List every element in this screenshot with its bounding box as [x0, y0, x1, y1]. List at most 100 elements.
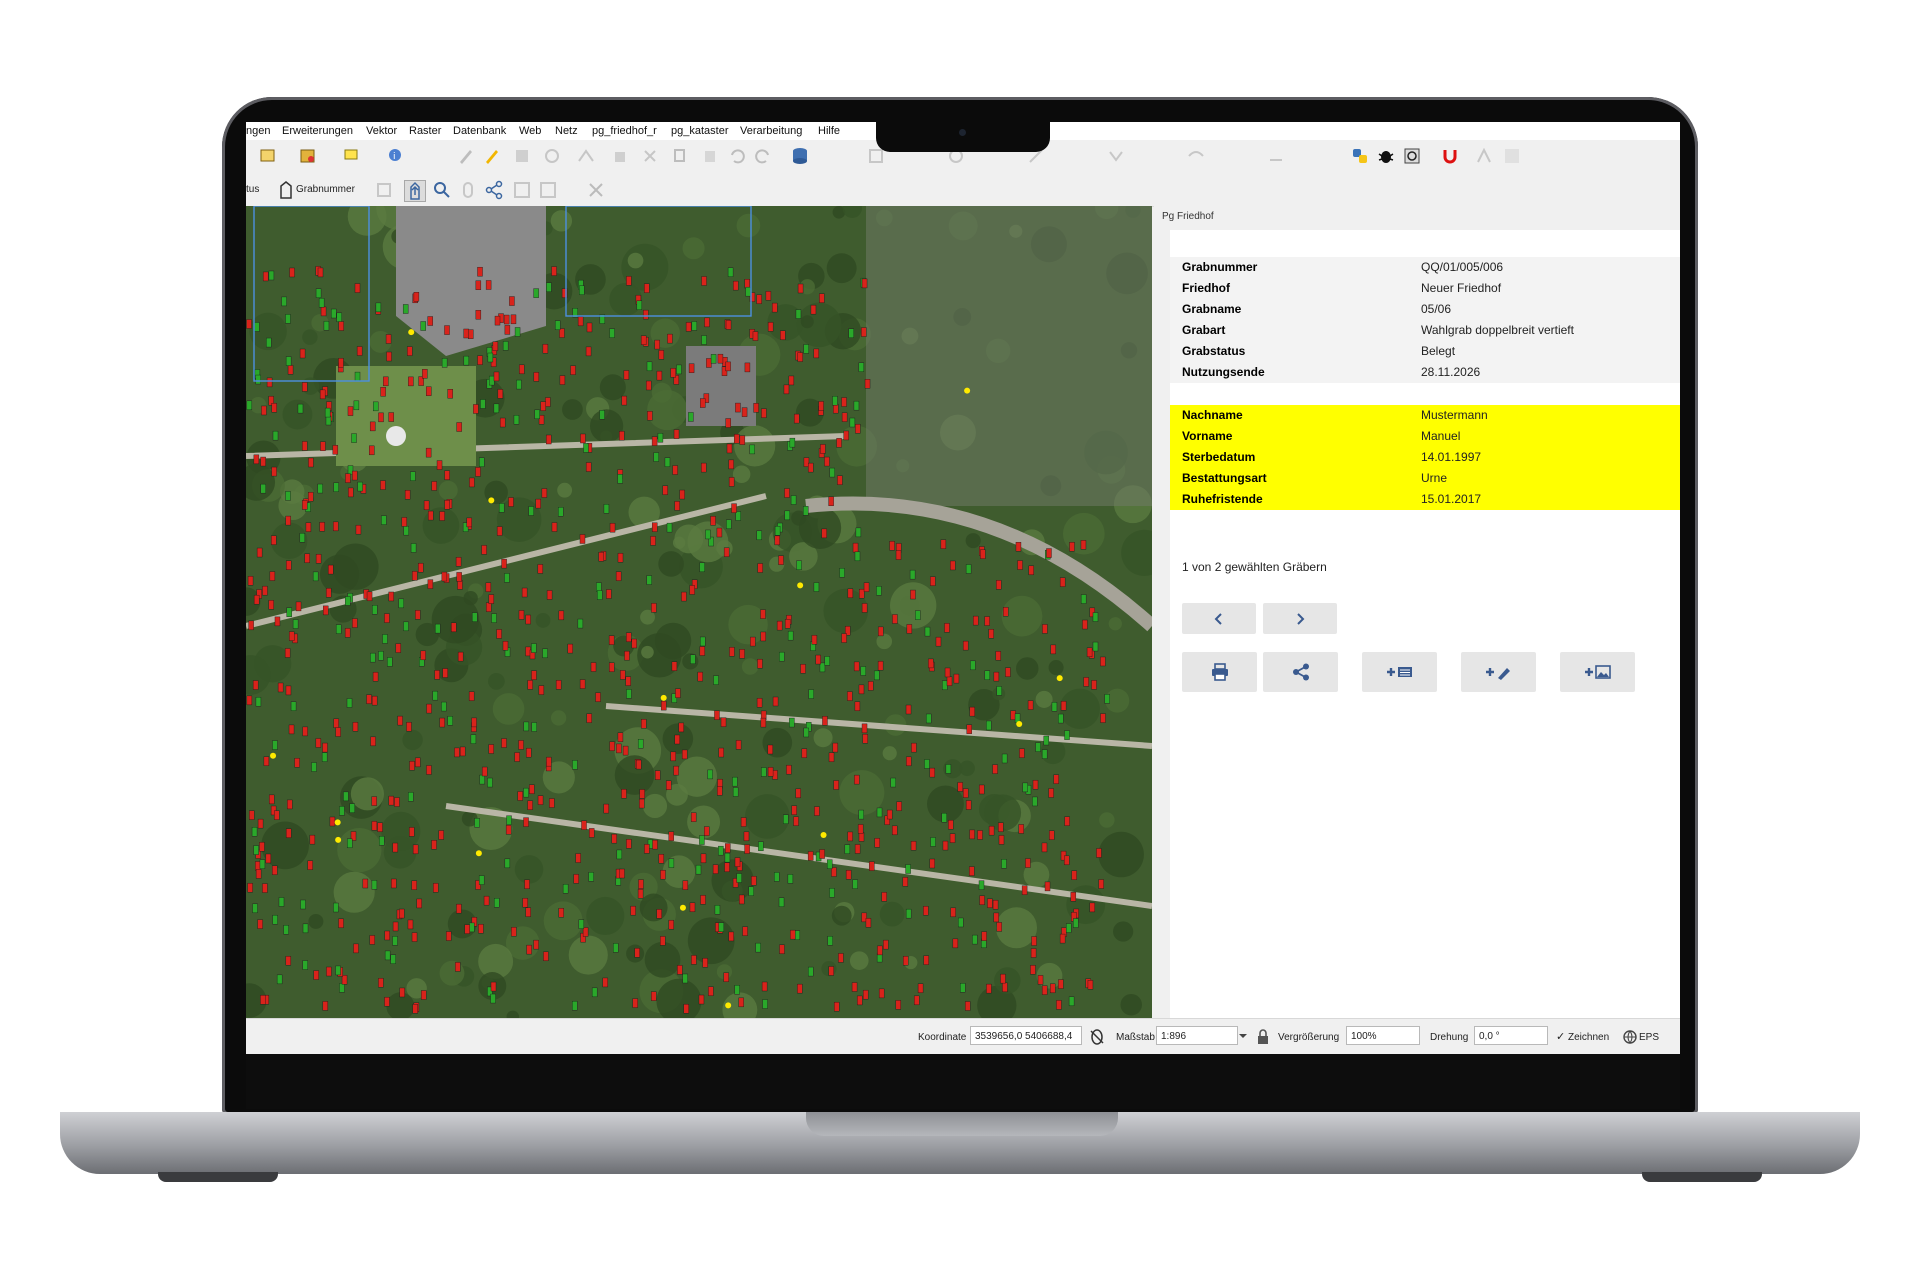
chevron-down-icon[interactable]	[1238, 1031, 1248, 1041]
snap-icon[interactable]	[1474, 146, 1494, 166]
tree-canopy	[550, 210, 573, 232]
share-button[interactable]	[1263, 652, 1338, 692]
grave-number-icon[interactable]	[276, 180, 296, 200]
vertex-icon[interactable]	[576, 146, 596, 166]
status-label[interactable]: tus	[246, 184, 259, 195]
save-edits-icon[interactable]	[512, 146, 532, 166]
grave-plot	[469, 477, 475, 488]
tree-canopy	[402, 729, 423, 751]
magnet-icon[interactable]	[1440, 146, 1460, 166]
grave-plot	[558, 507, 564, 517]
grave-plot	[408, 792, 414, 802]
delete-icon[interactable]	[610, 146, 630, 166]
grave-plot	[285, 828, 292, 838]
paste-icon[interactable]	[700, 146, 720, 166]
menu-item-hilfe[interactable]: Hilfe	[818, 125, 840, 137]
bug-icon[interactable]	[1376, 146, 1396, 166]
grave-plot	[464, 924, 470, 934]
grave-plot	[877, 945, 883, 956]
cut-icon[interactable]	[640, 146, 660, 166]
grave-plot	[487, 352, 494, 363]
render-checkbox[interactable]: ✓	[1556, 1030, 1565, 1043]
grave-plot	[783, 814, 789, 824]
digitize-icon[interactable]	[542, 146, 562, 166]
share-icon[interactable]	[484, 180, 504, 200]
menu-item-plugins-partial[interactable]: ngen	[246, 125, 270, 137]
undo-icon[interactable]	[726, 146, 746, 166]
add-image-icon	[1584, 665, 1611, 679]
next-grave-button[interactable]	[1263, 603, 1337, 634]
grave-plot	[315, 738, 322, 748]
menu-item-web[interactable]: Web	[519, 125, 541, 137]
search-window-icon[interactable]	[1402, 146, 1422, 166]
menu-item-erweiterungen[interactable]: Erweiterungen	[282, 125, 353, 137]
grave-plot	[966, 724, 972, 734]
map-canvas[interactable]	[246, 206, 1152, 1018]
grave-plot	[332, 445, 339, 455]
database-icon[interactable]	[790, 146, 810, 166]
menu-item-pg-kataster[interactable]: pg_kataster	[671, 125, 728, 137]
new-layer-icon[interactable]	[258, 146, 278, 166]
merge-icon[interactable]	[1106, 146, 1126, 166]
previous-grave-button[interactable]	[1182, 603, 1256, 634]
menu-item-verarbeitung[interactable]: Verarbeitung	[740, 125, 802, 137]
grave-plot	[353, 943, 359, 954]
add-image-button[interactable]	[1560, 652, 1635, 692]
lock-icon[interactable]	[1256, 1028, 1270, 1046]
scale-field[interactable]: 1:896	[1156, 1026, 1238, 1045]
menu-item-vektor[interactable]: Vektor	[366, 125, 397, 137]
globe-icon[interactable]	[1622, 1029, 1638, 1045]
menu-item-raster[interactable]: Raster	[409, 125, 441, 137]
edit-pencil-icon[interactable]	[482, 146, 502, 166]
grave-plot	[682, 880, 689, 890]
rotation-field[interactable]: 0,0 °	[1474, 1026, 1548, 1045]
tree-canopy	[568, 935, 608, 975]
aerial-map[interactable]	[246, 206, 1152, 1018]
select-icon[interactable]	[342, 146, 362, 166]
grave-plot	[518, 740, 524, 750]
grave-plot	[641, 719, 647, 729]
grave-plot	[409, 761, 415, 771]
zoom-icon[interactable]	[432, 180, 452, 200]
menu-item-datenbank[interactable]: Datenbank	[453, 125, 506, 137]
grave-plot	[1025, 858, 1031, 868]
reshape-icon[interactable]	[1186, 146, 1206, 166]
add-list-button[interactable]	[1362, 652, 1437, 692]
grid-icon[interactable]	[1502, 146, 1522, 166]
grave-plot	[818, 401, 824, 411]
grave-plot	[1027, 700, 1034, 710]
frame-edit-icon[interactable]	[538, 180, 558, 200]
identify-icon[interactable]: i	[386, 146, 406, 166]
frame-icon[interactable]	[512, 180, 532, 200]
copy-icon[interactable]	[670, 146, 690, 166]
grave-select-icon[interactable]	[404, 180, 426, 202]
grave-plot	[855, 527, 862, 538]
add-edit-button[interactable]	[1461, 652, 1536, 692]
grave-plot	[469, 922, 475, 933]
menu-item-netz[interactable]: Netz	[555, 125, 578, 137]
grave-plot	[691, 321, 698, 331]
print-button[interactable]	[1182, 652, 1257, 692]
grave-plot	[468, 329, 474, 339]
menu-item-pg-friedhof[interactable]: pg_friedhof_r	[592, 125, 657, 137]
grave-plot	[707, 769, 713, 780]
grave-edit-icon[interactable]	[374, 180, 394, 200]
tree-canopy	[882, 746, 897, 761]
redo-icon[interactable]	[754, 146, 774, 166]
grave-plot	[977, 830, 983, 840]
mouse-icon[interactable]	[1088, 1028, 1106, 1046]
grave-plot	[808, 689, 814, 699]
grave-plot	[1058, 979, 1064, 989]
link-icon[interactable]	[458, 180, 478, 200]
grave-plot	[778, 897, 785, 907]
save-icon[interactable]	[298, 146, 318, 166]
crs-label[interactable]: EPS	[1639, 1032, 1659, 1043]
grave-plot	[441, 358, 448, 368]
tools-icon[interactable]	[586, 180, 606, 200]
coordinate-field[interactable]: 3539656,0 5406688,4	[970, 1026, 1082, 1045]
pencil-icon[interactable]	[456, 146, 476, 166]
offset-icon[interactable]	[1266, 146, 1286, 166]
zoom-field[interactable]: 100%	[1346, 1026, 1420, 1045]
python-icon[interactable]	[1350, 146, 1370, 166]
grabnummer-label[interactable]: Grabnummer	[296, 184, 355, 195]
